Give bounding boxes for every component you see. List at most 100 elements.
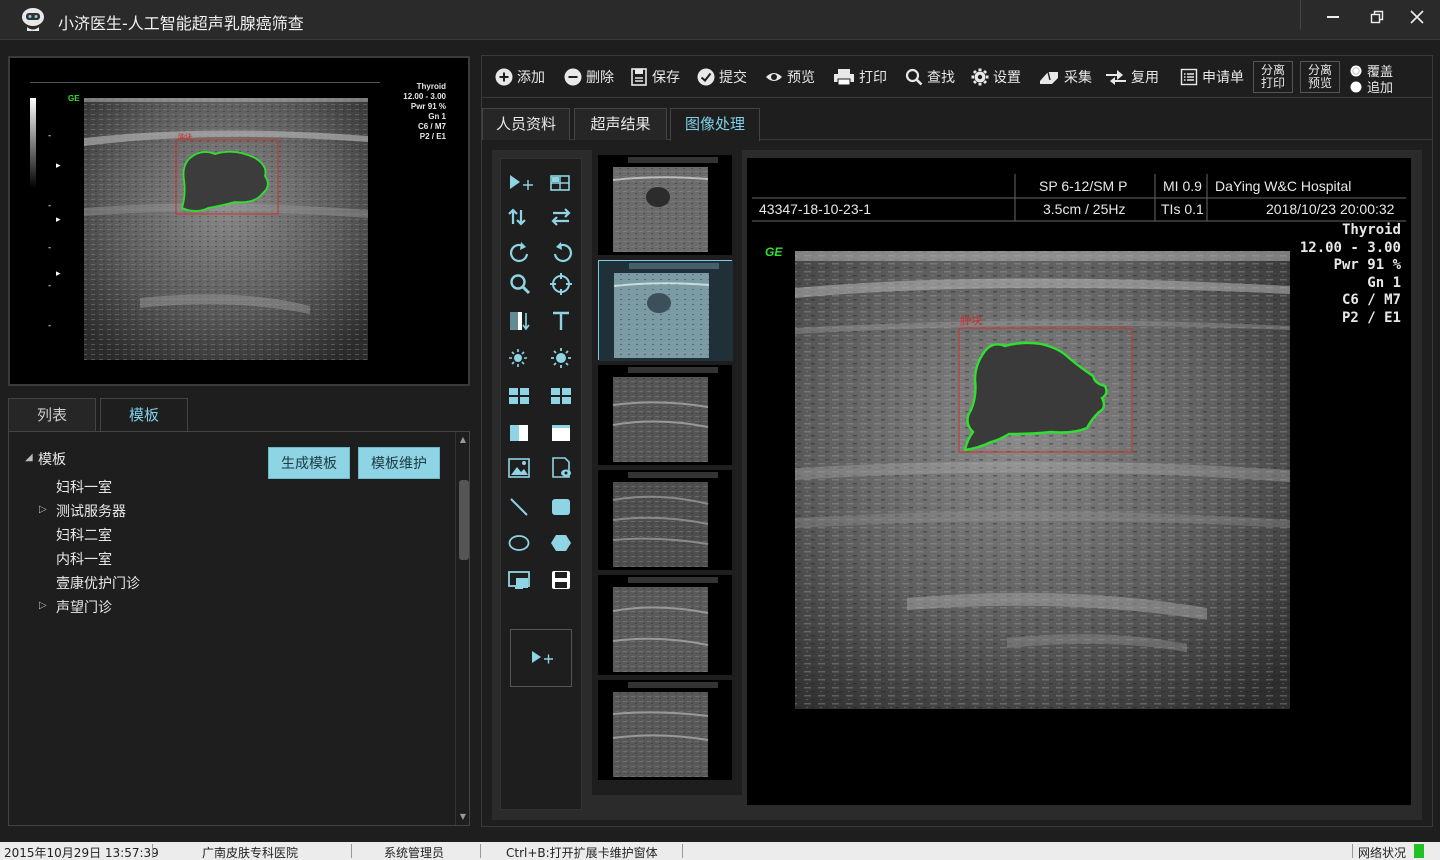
tree-item-yikang-clinic[interactable]: 壹康优护门诊: [56, 573, 140, 593]
tab-list[interactable]: 列表: [8, 398, 96, 432]
select-move-tool-icon: [510, 175, 533, 190]
split-print-line2: 打印: [1260, 76, 1285, 90]
radio-checked-icon: [1350, 81, 1362, 92]
image-processing-area: SP 6-12/SM P MI 0.9 DaYing W&C Hospital …: [492, 150, 1422, 820]
append-label: 追加: [1367, 81, 1394, 96]
thumbnail-6[interactable]: [598, 680, 732, 780]
svg-text:-: -: [48, 131, 51, 141]
svg-text:▸: ▸: [56, 215, 61, 225]
add-label: 添加: [517, 70, 545, 86]
search-label: 查找: [927, 70, 955, 86]
preview-roi-label: 肿块: [178, 134, 192, 141]
brightness-down-tool-icon: [509, 349, 527, 367]
split-print-button[interactable]: 分离 打印: [1253, 61, 1293, 93]
settings-label: 设置: [993, 70, 1021, 86]
contrast-level-tool-icon: [510, 312, 530, 331]
polygon-tool-icon: [551, 535, 571, 551]
split-preview-button[interactable]: 分离 预览: [1300, 61, 1340, 93]
preview-button[interactable]: 预览: [765, 65, 815, 89]
tree-item-shengwang-clinic[interactable]: 声望门诊: [56, 597, 112, 617]
template-scrollbar[interactable]: ▲ ▼: [455, 432, 469, 825]
status-hospital: 广南皮肤专科医院: [202, 846, 299, 860]
main-image-viewer[interactable]: SP 6-12/SM P MI 0.9 DaYing W&C Hospital …: [747, 158, 1411, 805]
save-label: 保存: [652, 70, 680, 86]
save-screen-tool-icon: [508, 571, 530, 589]
generate-template-button[interactable]: 生成模板: [268, 447, 350, 479]
svg-text:-: -: [48, 201, 51, 211]
save-doc-icon: [631, 68, 647, 86]
quad-layout-tool-icon: [509, 388, 529, 404]
reuse-button[interactable]: 复用: [1105, 65, 1159, 89]
submit-button[interactable]: 提交: [697, 65, 747, 89]
tab-ultrasound-result[interactable]: 超声结果: [574, 108, 667, 140]
minimize-button[interactable]: [1318, 6, 1348, 32]
main-tab-bar: 人员资料 超声结果 图像处理: [482, 108, 1432, 141]
tree-expanded-icon[interactable]: ◢: [25, 452, 33, 463]
tree-collapsed-icon[interactable]: ▷: [39, 600, 47, 611]
brightness-up-tool-icon: [551, 348, 571, 368]
tree-root-template[interactable]: 模板: [38, 449, 66, 469]
active-tool-button[interactable]: [510, 629, 572, 687]
capture-button[interactable]: 采集: [1038, 65, 1092, 89]
tab-image-processing[interactable]: 图像处理: [670, 108, 760, 141]
depth-freq-text: 3.5cm / 25Hz: [1043, 201, 1126, 217]
roi-label: 肿块: [960, 315, 982, 327]
svg-text:-: -: [48, 321, 51, 331]
scroll-down-icon[interactable]: ▼: [458, 812, 468, 821]
zoom-tool-icon: [510, 274, 531, 295]
add-button[interactable]: 添加: [495, 65, 545, 89]
layout-grid-tool-icon: [550, 175, 570, 191]
request-form-button[interactable]: 申请单: [1180, 65, 1244, 89]
template-maintenance-button[interactable]: 模板维护: [358, 447, 440, 479]
tab-personnel-info[interactable]: 人员资料: [482, 108, 570, 140]
image-export-tool-icon: [508, 458, 530, 478]
crosshair-tool-icon: [550, 273, 572, 295]
flip-horizontal-tool-icon: [551, 208, 571, 226]
floppy-save-tool-icon: [552, 571, 570, 589]
thumbnail-3[interactable]: [598, 365, 732, 465]
svg-text:▸: ▸: [56, 161, 61, 171]
tree-item-test-server[interactable]: 测试服务器: [56, 501, 126, 521]
rect-tool-icon: [552, 499, 570, 515]
settings-button[interactable]: 设置: [971, 65, 1021, 89]
tree-collapsed-icon[interactable]: ▷: [39, 504, 47, 515]
append-radio[interactable]: 追加: [1350, 77, 1393, 96]
text-tool-icon: [553, 311, 569, 330]
submit-label: 提交: [719, 70, 747, 86]
scrollbar-thumb[interactable]: [459, 480, 469, 560]
thumbnail-2-selected[interactable]: [598, 260, 733, 361]
scroll-up-icon[interactable]: ▲: [458, 435, 468, 444]
tree-item-internal-1[interactable]: 内科一室: [56, 549, 112, 569]
thumbnail-5[interactable]: [598, 575, 732, 675]
preview-label: 预览: [787, 70, 815, 86]
gear-icon: [971, 68, 989, 86]
status-user: 系统管理员: [384, 846, 445, 860]
tree-item-gyn-1[interactable]: 妇科一室: [56, 477, 112, 497]
status-divider: [682, 844, 683, 858]
search-icon: [905, 68, 923, 86]
restore-button[interactable]: [1362, 6, 1392, 32]
flip-vertical-tool-icon: [508, 208, 526, 226]
restore-icon: [1370, 10, 1384, 24]
rotate-right-tool-icon: [510, 242, 529, 263]
tree-item-gyn-2[interactable]: 妇科二室: [56, 525, 112, 545]
close-icon: [1410, 10, 1424, 24]
exam-id-text: 43347-18-10-23-1: [759, 201, 872, 217]
minus-circle-icon: [564, 68, 582, 86]
search-button[interactable]: 查找: [905, 65, 955, 89]
thumbnail-4[interactable]: [598, 470, 732, 570]
svg-text:-: -: [48, 281, 51, 291]
close-button[interactable]: [1402, 6, 1432, 32]
status-divider: [480, 844, 481, 858]
save-button[interactable]: 保存: [630, 65, 680, 89]
delete-button[interactable]: 删除: [564, 65, 614, 89]
print-button[interactable]: 打印: [833, 65, 887, 89]
title-divider: [1300, 0, 1301, 30]
six-layout-tool-icon: [551, 388, 571, 404]
thumbnail-1[interactable]: [598, 155, 732, 255]
tis-text: TIs 0.1: [1161, 201, 1204, 217]
status-datetime: 2015年10月29日 13:57:39: [4, 846, 159, 860]
right-panel: 添加 删除 保存 提交 预览 打印 查找 设置 采集 复用 申请单 分离 打印 …: [481, 55, 1433, 827]
window-tool-icon: [552, 425, 570, 441]
tab-template[interactable]: 模板: [100, 398, 188, 432]
